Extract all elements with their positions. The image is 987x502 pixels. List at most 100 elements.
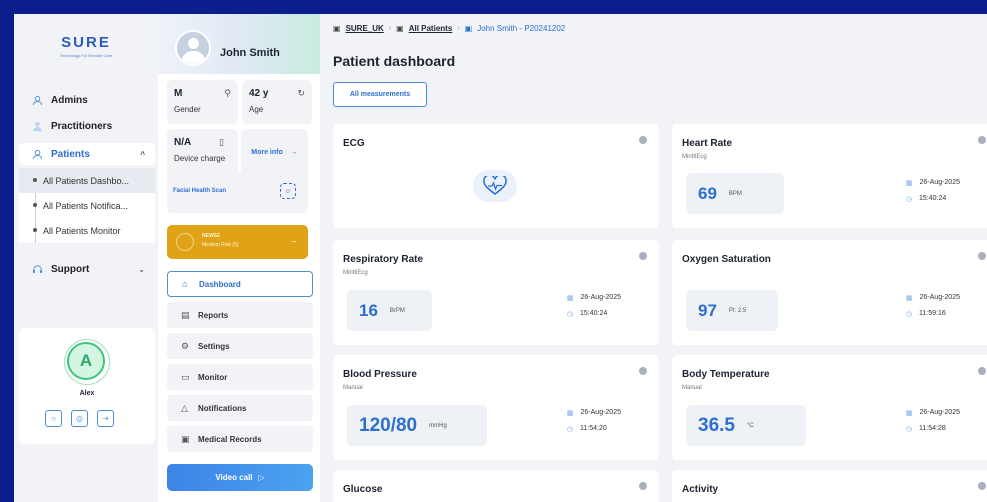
measurement-value: 36.5 bbox=[698, 414, 735, 436]
person-icon: ⚲ bbox=[224, 88, 231, 98]
oxygen-saturation-card[interactable]: Oxygen Saturation 97 PI: 2.5 ▦ 26-Aug-202… bbox=[672, 240, 987, 345]
submenu-item-dashboard[interactable]: All Patients Dashbo... bbox=[19, 168, 155, 193]
measurement-value: 16 bbox=[359, 300, 378, 320]
card-title: ECG bbox=[343, 138, 365, 149]
bell-icon bbox=[176, 233, 194, 251]
status-dot bbox=[639, 252, 647, 260]
breadcrumb-separator: › bbox=[388, 25, 392, 32]
menu-reports[interactable]: ▤ Reports bbox=[167, 302, 313, 328]
status-dot bbox=[978, 367, 986, 375]
card-source: Manual bbox=[343, 385, 363, 391]
device-charge-tile: N/A Device charge ▯ bbox=[167, 129, 238, 175]
folder-icon: ▣ bbox=[464, 24, 473, 33]
bell-icon: △ bbox=[181, 402, 188, 413]
face-scan-icon: ☺ bbox=[280, 183, 296, 199]
menu-label: Dashboard bbox=[199, 279, 241, 289]
logo-subtitle: Technology For Remote Care bbox=[59, 53, 113, 58]
page-title: Patient dashboard bbox=[333, 53, 456, 69]
user-name: Alex bbox=[79, 390, 95, 397]
menu-settings[interactable]: ⚙ Settings bbox=[167, 333, 313, 359]
measurement-date: 26-Aug-2025 bbox=[580, 294, 621, 301]
avatar[interactable]: A bbox=[64, 339, 110, 385]
menu-label: Settings bbox=[198, 341, 230, 351]
arrow-right-icon: → bbox=[289, 235, 298, 245]
measurement-unit: PI: 2.5 bbox=[728, 307, 747, 314]
menu-dashboard[interactable]: ⌂ Dashboard bbox=[167, 271, 313, 297]
menu-label: Monitor bbox=[198, 372, 228, 382]
more-info-label: More info bbox=[251, 148, 283, 156]
breadcrumb-root[interactable]: SURE_UK bbox=[346, 24, 384, 33]
card-title: Blood Pressure bbox=[343, 369, 417, 380]
menu-medical-records[interactable]: ▣ Medical Records bbox=[167, 426, 313, 452]
gender-label: Gender bbox=[174, 105, 201, 114]
all-measurements-button[interactable]: All measurements bbox=[333, 82, 427, 107]
submenu-item-notifications[interactable]: All Patients Notifica... bbox=[19, 193, 155, 218]
measurement-meta: ▦ 26-Aug-2025 ◷ 11:59:16 bbox=[906, 292, 960, 319]
logout-button[interactable]: ⇢ bbox=[97, 410, 114, 427]
card-title: Activity bbox=[682, 484, 719, 495]
sidebar-item-patients[interactable]: Patients ^ bbox=[19, 143, 155, 165]
measurement-meta: ▦ 26-Aug-2025 ◷ 15:40:24 bbox=[906, 177, 960, 204]
video-call-button[interactable]: Video call ▷ bbox=[167, 464, 313, 491]
glucose-card[interactable]: Glucose bbox=[333, 470, 659, 502]
measurement-unit: BPM bbox=[728, 190, 742, 197]
clock-icon: ◷ bbox=[905, 310, 912, 318]
value-box: 97 PI: 2.5 bbox=[686, 290, 778, 331]
patient-icon bbox=[31, 148, 43, 160]
home-icon: ⌂ bbox=[182, 279, 188, 289]
sidebar-item-label: Practitioners bbox=[51, 120, 113, 132]
measurement-time: 15:40:24 bbox=[580, 310, 608, 317]
card-title: Heart Rate bbox=[682, 138, 733, 149]
measurement-time: 15:40:24 bbox=[919, 195, 947, 202]
gender-tile: M Gender ⚲ bbox=[167, 80, 238, 124]
blood-pressure-card[interactable]: Blood Pressure Manual 120/80 mmHg ▦ 26-Au… bbox=[333, 355, 659, 460]
activity-card[interactable]: Activity bbox=[672, 470, 987, 502]
sidebar-item-support[interactable]: Support ⌄ bbox=[19, 258, 155, 280]
status-dot bbox=[978, 482, 986, 490]
folder-icon: ▣ bbox=[396, 24, 404, 33]
folder-icon: ▣ bbox=[181, 433, 190, 444]
body-temperature-card[interactable]: Body Temperature Manual 36.5 °C ▦ 26-Aug-… bbox=[672, 355, 987, 460]
patients-submenu: All Patients Dashbo... All Patients Noti… bbox=[19, 168, 155, 243]
settings-button[interactable]: ◎ bbox=[71, 410, 88, 427]
measurement-meta: ▦ 26-Aug-2025 ◷ 15:40:24 bbox=[567, 292, 621, 319]
measurement-date: 26-Aug-2025 bbox=[580, 409, 621, 416]
admin-icon bbox=[31, 94, 43, 106]
breadcrumb-separator: › bbox=[457, 25, 460, 32]
sidebar-item-practitioners[interactable]: Practitioners bbox=[19, 115, 155, 137]
age-tile: 42 y Age ↻ bbox=[242, 80, 312, 124]
measurement-value: 69 bbox=[698, 183, 717, 203]
measurement-date: 26-Aug-2025 bbox=[919, 294, 960, 301]
gear-icon: ⚙ bbox=[181, 340, 190, 351]
sidebar-item-label: Patients bbox=[51, 148, 90, 160]
logo[interactable]: SURE Technology For Remote Care bbox=[14, 34, 158, 58]
user-actions: ○ ◎ ⇢ bbox=[45, 410, 114, 427]
notification-bell-button[interactable]: ○ bbox=[45, 410, 62, 427]
status-dot bbox=[639, 367, 647, 375]
patient-header: John Smith bbox=[158, 14, 320, 74]
ecg-card[interactable]: ECG bbox=[333, 124, 659, 228]
menu-label: Medical Records bbox=[198, 434, 262, 444]
refresh-icon: ↻ bbox=[297, 88, 305, 98]
card-source: MinttiEcg bbox=[343, 270, 368, 276]
age-value: 42 y bbox=[249, 88, 269, 99]
measurement-unit: BrPM bbox=[389, 307, 405, 314]
sidebar-item-admins[interactable]: Admins bbox=[19, 89, 155, 111]
news2-score-card[interactable]: NEWS2 Medium Risk (5) → bbox=[167, 225, 308, 259]
main-content: ▣ SURE_UK › ▣ All Patients › ▣ John Smit… bbox=[320, 14, 987, 502]
patient-avatar bbox=[175, 30, 211, 66]
folder-icon: ▣ bbox=[333, 24, 341, 33]
value-box: 16 BrPM bbox=[347, 290, 432, 331]
facial-health-scan-button[interactable]: Facial Health Scan ☺ bbox=[167, 171, 308, 213]
menu-label: Reports bbox=[198, 310, 229, 320]
submenu-item-monitor[interactable]: All Patients Monitor bbox=[19, 218, 155, 243]
measurement-date: 26-Aug-2025 bbox=[919, 409, 960, 416]
breadcrumb-section[interactable]: All Patients bbox=[409, 24, 453, 33]
heart-rate-card[interactable]: Heart Rate MinttiEcg 69 BPM ▦ 26-Aug-2025… bbox=[672, 124, 987, 228]
menu-notifications[interactable]: △ Notifications bbox=[167, 395, 313, 421]
respiratory-rate-card[interactable]: Respiratory Rate MinttiEcg 16 BrPM ▦ 26-A… bbox=[333, 240, 659, 345]
more-info-button[interactable]: More info → bbox=[241, 129, 308, 175]
value-box: 69 BPM bbox=[686, 173, 784, 214]
news2-risk: Medium Risk (5) bbox=[202, 242, 239, 248]
menu-monitor[interactable]: ▭ Monitor bbox=[167, 364, 313, 390]
